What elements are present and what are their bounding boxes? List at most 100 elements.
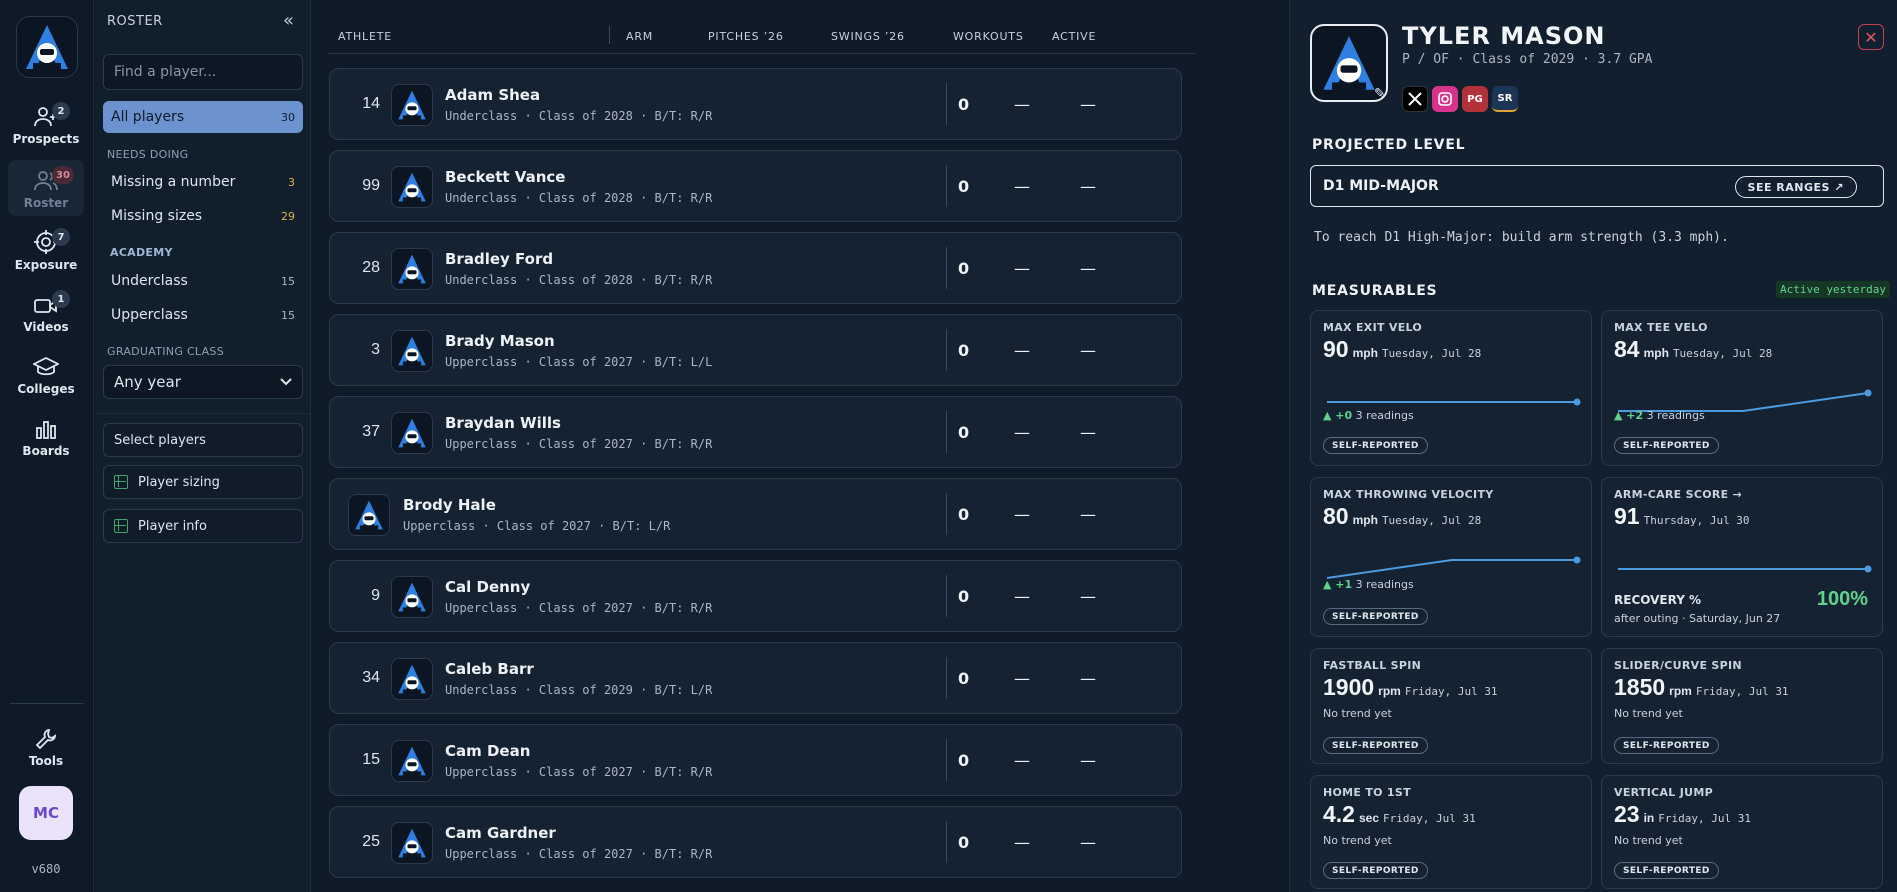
measurable-date: Friday, Jul 31 xyxy=(1695,685,1789,698)
self-reported-badge: SELF-REPORTED xyxy=(1614,737,1719,754)
adapt-logo-icon xyxy=(398,172,426,202)
filter-upperclass[interactable]: Upperclass 15 xyxy=(103,299,303,331)
rail-item-tools[interactable]: Tools xyxy=(8,718,84,774)
rail-item-boards[interactable]: Boards xyxy=(8,408,84,464)
measurable-card[interactable]: MAX THROWING VELOCITY 80 mph Tuesday, Jul 2… xyxy=(1310,477,1592,637)
rail-item-colleges[interactable]: Colleges xyxy=(8,346,84,402)
self-reported-badge: SELF-REPORTED xyxy=(1614,862,1719,879)
measurable-number: 84 xyxy=(1614,336,1640,362)
adapt-logo-icon xyxy=(398,746,426,776)
header-arm[interactable]: ARM xyxy=(626,30,653,43)
table-row[interactable]: 3 Brady Mason Upperclass · Class of 2027 ·… xyxy=(329,314,1182,386)
swings-value: — xyxy=(1080,259,1096,278)
jersey-number: 14 xyxy=(362,95,380,112)
athlete-name: Brady Mason xyxy=(445,332,555,350)
athlete-meta: Underclass · Class of 2028 · B/T: R/R xyxy=(445,109,713,123)
table-row[interactable]: 34 Caleb Barr Underclass · Class of 2029 ·… xyxy=(329,642,1182,714)
select-players-button[interactable]: Select players xyxy=(103,423,303,457)
perfect-game-social-icon[interactable]: PG xyxy=(1462,86,1488,112)
filter-underclass[interactable]: Underclass 15 xyxy=(103,265,303,297)
header-swings[interactable]: SWINGS ’26 xyxy=(831,30,905,43)
edit-avatar-icon[interactable]: ✎ xyxy=(1374,86,1386,102)
videos-badge: 1 xyxy=(52,290,70,308)
table-row[interactable]: 14 Adam Shea Underclass · Class of 2028 · … xyxy=(329,68,1182,140)
rail-divider xyxy=(10,703,84,704)
trend-summary: ▲ +2 3 readings xyxy=(1614,409,1705,422)
close-panel-button[interactable]: ✕ xyxy=(1858,24,1884,50)
recovery-subtext: after outing · Saturday, Jun 27 xyxy=(1614,612,1781,625)
swings-value: — xyxy=(1080,177,1096,196)
table-header: ATHLETE ARM PITCHES ’26 SWINGS ’26 WORKO… xyxy=(328,22,1196,54)
row-divider xyxy=(946,493,947,535)
filter-missing-number[interactable]: Missing a number 3 xyxy=(103,166,303,198)
measurable-card[interactable]: MAX EXIT VELO 90 mph Tuesday, Jul 28 ▲ +0 3 … xyxy=(1310,310,1592,466)
filter-all-players[interactable]: All players 30 xyxy=(103,101,303,133)
pitches-value: — xyxy=(1014,95,1030,114)
player-subtitle: P / OF · Class of 2029 · 3.7 GPA xyxy=(1402,52,1653,67)
trend-delta: ▲ +2 xyxy=(1614,409,1644,422)
jersey-number: 25 xyxy=(362,833,380,850)
x-social-icon[interactable] xyxy=(1402,86,1428,112)
measurable-card[interactable]: ARM-CARE SCORE → 91 Thursday, Jul 30 RECOVE… xyxy=(1601,477,1883,637)
filter-count: 3 xyxy=(288,175,295,189)
athlete-meta: Upperclass · Class of 2027 · B/T: L/R xyxy=(403,519,671,533)
table-row[interactable]: 28 Bradley Ford Underclass · Class of 2028… xyxy=(329,232,1182,304)
measurable-card[interactable]: VERTICAL JUMP 23 in Friday, Jul 31 No trend … xyxy=(1601,775,1883,889)
app-logo[interactable] xyxy=(16,16,78,78)
rail-item-prospects[interactable]: 2 Prospects xyxy=(8,96,84,152)
filter-missing-sizes[interactable]: Missing sizes 29 xyxy=(103,200,303,232)
collapse-sidebar-button[interactable]: « xyxy=(283,10,294,31)
player-info-button[interactable]: Player info xyxy=(103,509,303,543)
table-row[interactable]: 9 Cal Denny Upperclass · Class of 2027 · B… xyxy=(329,560,1182,632)
no-trend-text: No trend yet xyxy=(1323,834,1392,847)
header-active[interactable]: ACTIVE xyxy=(1052,30,1096,43)
measurable-card[interactable]: SLIDER/CURVE SPIN 1850 rpm Friday, Jul 31 No… xyxy=(1601,648,1883,764)
rail-item-roster[interactable]: 30 Roster xyxy=(8,160,84,216)
adapt-logo-icon xyxy=(26,25,68,69)
table-row[interactable]: 25 Cam Gardner Upperclass · Class of 2027 … xyxy=(329,806,1182,878)
measurable-card[interactable]: MAX TEE VELO 84 mph Tuesday, Jul 28 ▲ +2 3 r… xyxy=(1601,310,1883,466)
swings-value: — xyxy=(1080,587,1096,606)
rail-label-tools: Tools xyxy=(28,754,64,768)
row-divider xyxy=(946,411,947,453)
jersey-number: 9 xyxy=(371,587,380,604)
table-row[interactable]: 15 Cam Dean Upperclass · Class of 2027 · B… xyxy=(329,724,1182,796)
sparkline xyxy=(1326,559,1577,579)
table-row[interactable]: 99 Beckett Vance Underclass · Class of 202… xyxy=(329,150,1182,222)
table-row[interactable]: 37 Braydan Wills Upperclass · Class of 202… xyxy=(329,396,1182,468)
header-pitches[interactable]: PITCHES ’26 xyxy=(708,30,784,43)
player-search-input[interactable] xyxy=(103,54,303,90)
measurable-date: Tuesday, Jul 28 xyxy=(1672,347,1773,360)
pitches-value: — xyxy=(1014,587,1030,606)
header-workouts[interactable]: WORKOUTS xyxy=(953,30,1024,43)
table-row[interactable]: Brody Hale Upperclass · Class of 2027 · B… xyxy=(329,478,1182,550)
athlete-avatar xyxy=(348,494,390,536)
app-version: v680 xyxy=(31,862,61,876)
player-sizing-button[interactable]: Player sizing xyxy=(103,465,303,499)
see-ranges-button[interactable]: SEE RANGES ↗ xyxy=(1734,176,1857,198)
measurable-label: ARM-CARE SCORE → xyxy=(1614,488,1743,501)
jersey-number: 99 xyxy=(362,177,380,194)
measurable-unit: rpm xyxy=(1378,684,1401,698)
instagram-logo-icon xyxy=(1438,92,1452,106)
header-athlete[interactable]: ATHLETE xyxy=(338,30,392,43)
rail-item-videos[interactable]: 1 Videos xyxy=(8,284,84,340)
active-status-badge: Active yesterday xyxy=(1776,281,1890,298)
trend-sparkline xyxy=(1618,565,1872,573)
rail-item-exposure[interactable]: 7 Exposure xyxy=(8,222,84,278)
athlete-name: Bradley Ford xyxy=(445,250,554,268)
measurable-card[interactable]: HOME TO 1ST 4.2 sec Friday, Jul 31 No trend … xyxy=(1310,775,1592,889)
user-avatar[interactable]: MC xyxy=(19,786,73,840)
swings-value: — xyxy=(1080,833,1096,852)
row-divider xyxy=(946,83,947,125)
arm-value: 0 xyxy=(958,505,970,524)
measurable-card[interactable]: FASTBALL SPIN 1900 rpm Friday, Jul 31 No tre… xyxy=(1310,648,1592,764)
swings-value: — xyxy=(1080,669,1096,688)
filter-label: Upperclass xyxy=(111,307,188,323)
graduating-class-select[interactable]: Any year xyxy=(103,365,303,399)
instagram-social-icon[interactable] xyxy=(1432,86,1458,112)
scout-report-social-icon[interactable]: SR xyxy=(1492,86,1518,112)
filter-label: All players xyxy=(111,109,185,125)
graduation-cap-icon xyxy=(33,356,59,376)
measurable-date: Thursday, Jul 30 xyxy=(1643,514,1750,527)
